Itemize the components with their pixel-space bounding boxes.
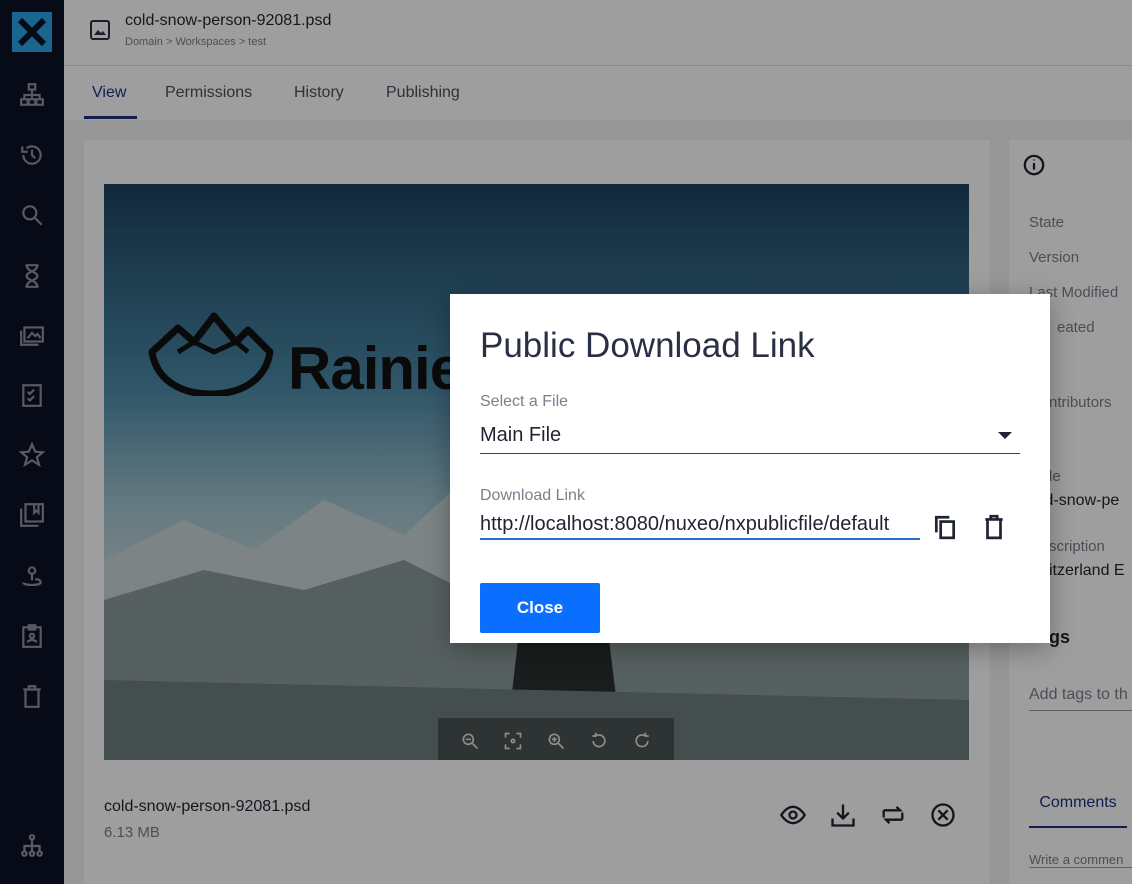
- public-download-link-dialog: Public Download Link Select a File Main …: [450, 294, 1050, 643]
- delete-icon: [985, 514, 1003, 540]
- file-select-value: Main File: [480, 424, 562, 446]
- delete-link-button[interactable]: [979, 512, 1009, 542]
- dialog-title: Public Download Link: [480, 326, 815, 365]
- copy-link-button[interactable]: [930, 512, 960, 542]
- close-button[interactable]: Close: [480, 583, 600, 633]
- download-link-label: Download Link: [480, 487, 585, 504]
- dropdown-caret-icon: [998, 432, 1012, 439]
- file-select-dropdown[interactable]: Main File: [480, 422, 1020, 454]
- copy-icon: [934, 515, 956, 540]
- download-link-input[interactable]: [480, 510, 920, 540]
- select-file-label: Select a File: [480, 393, 569, 410]
